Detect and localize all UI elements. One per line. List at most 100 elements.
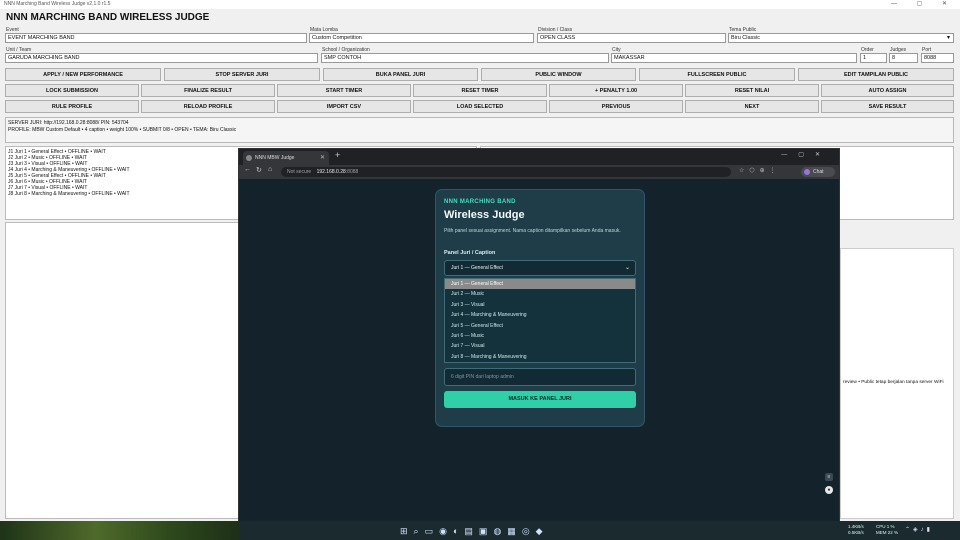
reload-icon[interactable]: ↻	[256, 166, 262, 174]
reload-profile-button[interactable]: RELOAD PROFILE	[141, 100, 275, 113]
unit-field[interactable]: GARUDA MARCHING BAND	[5, 53, 318, 63]
taskview-icon[interactable]: ▭	[425, 526, 440, 536]
desktop-wallpaper	[0, 521, 240, 540]
order-field[interactable]: 1	[860, 53, 887, 63]
panel-option[interactable]: Juri 3 — Visual	[445, 300, 635, 310]
back-icon[interactable]: ←	[244, 166, 251, 173]
panel-options-list: Juri 1 — General Effect Juri 2 — Music J…	[444, 278, 636, 363]
tema-select[interactable]: Biru Classic ▾	[728, 33, 954, 43]
chat-label: Chat	[813, 169, 824, 175]
next-button[interactable]: NEXT	[685, 100, 819, 113]
finalize-result-button[interactable]: FINALIZE RESULT	[141, 84, 275, 97]
pin-input[interactable]: 6 digit PIN dari laptop admin	[444, 368, 636, 386]
search-icon[interactable]: ⌕	[414, 526, 425, 536]
port-field[interactable]: 8088	[921, 53, 954, 63]
taskbar-apps: ⊞⌕▭◉◐▤▣◍▦◎◆	[400, 525, 570, 537]
copilot-icon	[804, 169, 810, 175]
chevron-down-icon: ▾	[946, 35, 950, 41]
browser-tab-title: NNN MBW Judge	[255, 155, 295, 161]
judges-field[interactable]: 8	[889, 53, 918, 63]
new-tab-icon[interactable]: +	[335, 150, 340, 160]
net-meter: 1.4KB/s 0.5KB/s	[848, 524, 864, 536]
event-field[interactable]: EVENT MARCHING BAND	[5, 33, 307, 43]
panel-option[interactable]: Juri 1 — General Effect	[445, 279, 635, 290]
copilot-chat-button[interactable]: Chat	[801, 167, 835, 177]
not-secure-label: Not secure	[287, 169, 312, 175]
browser-window-controls[interactable]: —▢✕	[781, 151, 831, 158]
panel-select[interactable]: Juri 1 — General Effect ⌄	[444, 260, 636, 276]
card-heading: Wireless Judge	[444, 209, 525, 221]
app-title: NNN MARCHING BAND WIRELESS JUDGE	[6, 12, 210, 23]
sys-meter: CPU 1 % MEM 22 %	[876, 524, 898, 536]
browser-tab-strip: NNN MBW Judge ✕ + —▢✕	[239, 149, 839, 165]
url-host: 192.168.0.28	[316, 169, 346, 175]
reset-timer-button[interactable]: RESET TIMER	[413, 84, 547, 97]
tema-value: Biru Classic	[731, 35, 761, 41]
mata-lomba-field[interactable]: Custom Competition	[309, 33, 534, 43]
stop-server-button[interactable]: STOP SERVER JURI	[164, 68, 320, 81]
school-field[interactable]: SMP CONTOH	[321, 53, 609, 63]
browser-icon[interactable]: ◎	[522, 526, 536, 536]
rule-profile-button[interactable]: RULE PROFILE	[5, 100, 139, 113]
home-icon[interactable]: ⌂	[268, 166, 272, 173]
load-selected-button[interactable]: LOAD SELECTED	[413, 100, 547, 113]
card-description: Pilih panel sesuai assignment. Nama capt…	[444, 228, 621, 234]
list-item[interactable]: J8 Juri 8 • Marching & Maneuvering • OFF…	[8, 191, 130, 197]
buka-panel-juri-button[interactable]: BUKA PANEL JURI	[323, 68, 478, 81]
assistant-icon[interactable]: ●	[825, 486, 833, 494]
panel-option[interactable]: Juri 5 — General Effect	[445, 321, 635, 331]
address-bar[interactable]: Not secure 192.168.0.28:8088	[281, 167, 731, 177]
lock-submission-button[interactable]: LOCK SUBMISSION	[5, 84, 139, 97]
app-icon[interactable]: ◍	[493, 526, 507, 536]
panel-option[interactable]: Juri 2 — Music	[445, 289, 635, 299]
browser-window: NNN MBW Judge ✕ + —▢✕ ← ↻ ⌂ Not secure 1…	[238, 148, 840, 522]
panel-option[interactable]: Juri 7 — Visual	[445, 341, 635, 351]
window-title: NNN Marching Band Wireless Judge v2.1.0 …	[4, 1, 111, 7]
window-controls[interactable]: — ▢ ✕	[891, 0, 956, 9]
save-result-button[interactable]: SAVE RESULT	[821, 100, 954, 113]
penalty-button[interactable]: + PENALTY 1.00	[549, 84, 683, 97]
chrome-icon[interactable]: ◉	[439, 526, 453, 536]
result-table-panel	[5, 222, 241, 519]
photos-icon[interactable]: ▣	[479, 526, 494, 536]
mem-usage: MEM 22 %	[876, 530, 899, 535]
side-panel-icon[interactable]: ≡	[825, 473, 833, 481]
panel-option[interactable]: Juri 6 — Music	[445, 331, 635, 341]
public-window-button[interactable]: PUBLIC WINDOW	[481, 68, 636, 81]
favicon-icon	[246, 155, 252, 161]
edge-icon[interactable]: ◐	[453, 526, 464, 536]
side-note-text: review • Public tetap berjalan tanpa ser…	[843, 380, 944, 385]
panel-option[interactable]: Juri 4 — Marching & Maneuvering	[445, 310, 635, 320]
fullscreen-public-button[interactable]: FULLSCREEN PUBLIC	[639, 68, 795, 81]
apply-new-performance-button[interactable]: APPLY / NEW PERFORMANCE	[5, 68, 161, 81]
server-status-text: SERVER JURI: http://192.168.0.28:8088/ P…	[8, 120, 129, 126]
city-field[interactable]: MAKASSAR	[611, 53, 857, 63]
python-icon[interactable]: ◆	[536, 526, 549, 536]
browser-toolbar: ← ↻ ⌂ Not secure 192.168.0.28:8088 ☆⬡⊕⋮ …	[239, 165, 839, 179]
brand-label: NNN MARCHING BAND	[444, 199, 516, 205]
start-icon[interactable]: ⊞	[400, 526, 414, 536]
start-timer-button[interactable]: START TIMER	[277, 84, 411, 97]
log-panel: review • Public tetap berjalan tanpa ser…	[840, 248, 954, 519]
division-field[interactable]: OPEN CLASS	[537, 33, 726, 43]
reset-nilai-button[interactable]: RESET NILAI	[685, 84, 819, 97]
profile-status-text: PROFILE: MBW Custom Default • 4 caption …	[8, 127, 237, 133]
previous-button[interactable]: PREVIOUS	[549, 100, 683, 113]
panel-option[interactable]: Juri 8 — Marching & Maneuvering	[445, 352, 635, 362]
auto-assign-button[interactable]: AUTO ASSIGN	[821, 84, 954, 97]
url-port: :8088	[345, 169, 359, 175]
excel-icon[interactable]: ▦	[507, 526, 522, 536]
tray-icons[interactable]: ⌃◈♪▮	[905, 526, 933, 533]
import-csv-button[interactable]: IMPORT CSV	[277, 100, 411, 113]
browser-tab[interactable]: NNN MBW Judge ✕	[243, 151, 329, 165]
extension-icons[interactable]: ☆⬡⊕⋮	[739, 167, 781, 174]
enter-panel-button[interactable]: MASUK KE PANEL JURI	[444, 391, 636, 408]
folder-icon[interactable]: ▤	[464, 526, 479, 536]
browser-content: NNN MARCHING BAND Wireless Judge Pilih p…	[239, 179, 839, 522]
window-titlebar: NNN Marching Band Wireless Judge v2.1.0 …	[0, 0, 960, 9]
panel-label: Panel Juri / Caption	[444, 250, 496, 256]
net-down: 0.5KB/s	[848, 530, 864, 535]
edit-tampilan-public-button[interactable]: EDIT TAMPILAN PUBLIC	[798, 68, 954, 81]
juri-list: J1 Juri 1 • General Effect • OFFLINE • W…	[8, 149, 130, 197]
close-tab-icon[interactable]: ✕	[320, 151, 325, 165]
